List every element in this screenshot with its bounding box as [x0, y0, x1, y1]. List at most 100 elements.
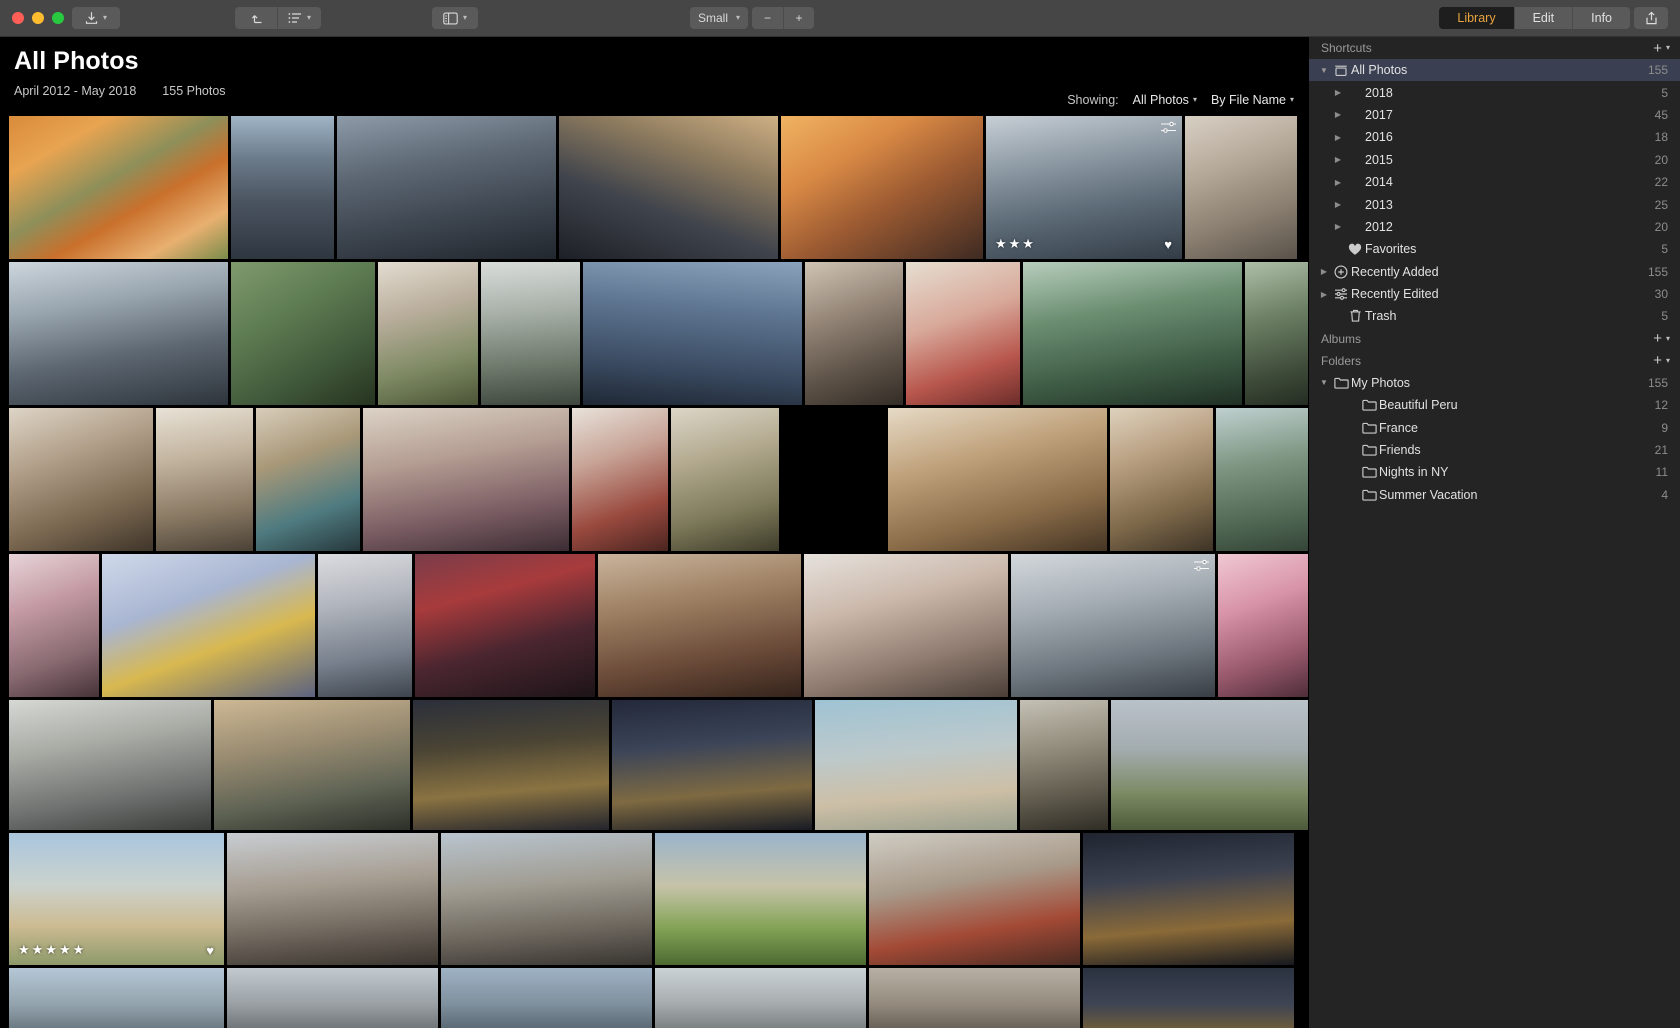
photo-thumbnail[interactable]: [441, 968, 652, 1028]
photo-thumbnail[interactable]: [227, 833, 438, 965]
photo-thumbnail[interactable]: [1111, 700, 1308, 830]
import-button[interactable]: ▾: [72, 7, 120, 29]
photo-thumbnail[interactable]: [888, 408, 1107, 551]
sidebar-item-all-photos[interactable]: ▼ All Photos 155: [1309, 59, 1680, 82]
sidebar-item-2013[interactable]: ▶ 2013 25: [1309, 193, 1680, 215]
photo-thumbnail[interactable]: ★★★ ♥: [986, 116, 1182, 259]
favorite-heart-icon[interactable]: ♥: [206, 943, 214, 958]
disclosure-triangle-icon[interactable]: ▶: [1331, 110, 1345, 119]
zoom-out-button[interactable]: −: [752, 7, 783, 29]
photo-thumbnail[interactable]: [598, 554, 801, 697]
photo-thumbnail[interactable]: [102, 554, 315, 697]
photo-thumbnail[interactable]: [869, 968, 1080, 1028]
sidebar-item-2016[interactable]: ▶ 2016 18: [1309, 126, 1680, 148]
sidebar-item-my-photos[interactable]: ▼ My Photos 155: [1309, 372, 1680, 394]
photo-thumbnail[interactable]: [655, 833, 866, 965]
photo-thumbnail[interactable]: [1245, 262, 1308, 405]
showing-filter-dropdown[interactable]: All Photos ▾: [1133, 93, 1197, 107]
add-folders-button[interactable]: + ▾: [1653, 353, 1670, 368]
photo-thumbnail[interactable]: [869, 833, 1080, 965]
disclosure-triangle-icon[interactable]: ▶: [1331, 88, 1345, 97]
sort-order-button[interactable]: ▾: [277, 7, 321, 29]
disclosure-triangle-icon[interactable]: ▶: [1317, 267, 1331, 276]
photo-thumbnail[interactable]: [1185, 116, 1297, 259]
disclosure-triangle-icon[interactable]: ▶: [1317, 290, 1331, 299]
photo-thumbnail[interactable]: [1023, 262, 1242, 405]
sidebar-item-trash[interactable]: Trash 5: [1309, 305, 1680, 327]
sidebar-item-nights-in-ny[interactable]: Nights in NY 11: [1309, 461, 1680, 483]
back-up-button[interactable]: [235, 7, 277, 29]
photo-thumbnail[interactable]: [655, 968, 866, 1028]
photo-thumbnail[interactable]: [415, 554, 595, 697]
photo-thumbnail[interactable]: ★★★★★ ♥: [9, 833, 224, 965]
photo-thumbnail[interactable]: [612, 700, 812, 830]
zoom-in-button[interactable]: +: [783, 7, 814, 29]
photo-thumbnail[interactable]: [906, 262, 1020, 405]
disclosure-triangle-icon[interactable]: ▶: [1331, 155, 1345, 164]
photo-thumbnail[interactable]: [815, 700, 1017, 830]
sidebar-item-france[interactable]: France 9: [1309, 416, 1680, 438]
tab-library[interactable]: Library: [1439, 7, 1514, 29]
disclosure-triangle-icon[interactable]: ▼: [1317, 66, 1331, 75]
sidebar-item-friends[interactable]: Friends 21: [1309, 439, 1680, 461]
view-options-button[interactable]: ▾: [432, 7, 478, 29]
thumbnail-size-dropdown[interactable]: Small ▾: [690, 7, 748, 29]
photo-thumbnail[interactable]: [9, 968, 224, 1028]
sidebar-item-2017[interactable]: ▶ 2017 45: [1309, 104, 1680, 126]
sidebar-item-2018[interactable]: ▶ 2018 5: [1309, 81, 1680, 103]
sidebar-item-2015[interactable]: ▶ 2015 20: [1309, 149, 1680, 171]
disclosure-triangle-icon[interactable]: ▼: [1317, 378, 1331, 387]
photo-thumbnail[interactable]: [9, 116, 228, 259]
photo-thumbnail[interactable]: [318, 554, 412, 697]
photo-thumbnail[interactable]: [1020, 700, 1108, 830]
photo-thumbnail[interactable]: [1218, 554, 1308, 697]
tab-info[interactable]: Info: [1572, 7, 1630, 29]
add-shortcuts-button[interactable]: + ▾: [1653, 41, 1670, 56]
photo-thumbnail[interactable]: [671, 408, 779, 551]
photo-thumbnail[interactable]: [804, 554, 1008, 697]
favorite-heart-icon[interactable]: ♥: [1164, 237, 1172, 252]
photo-thumbnail[interactable]: [583, 262, 802, 405]
sidebar-item-2014[interactable]: ▶ 2014 22: [1309, 171, 1680, 193]
sidebar-item-beautiful-peru[interactable]: Beautiful Peru 12: [1309, 394, 1680, 416]
disclosure-triangle-icon[interactable]: ▶: [1331, 222, 1345, 231]
photo-thumbnail[interactable]: [231, 262, 375, 405]
photo-thumbnail[interactable]: [1083, 968, 1294, 1028]
sidebar-item-summer-vacation[interactable]: Summer Vacation 4: [1309, 484, 1680, 506]
library-sidebar[interactable]: Shortcuts + ▾ ▼ All Photos 155 ▶ 2018 5 ▶ 2017 45…: [1308, 37, 1680, 1028]
photo-thumbnail[interactable]: [378, 262, 478, 405]
star-rating-overlay[interactable]: ★★★★★: [18, 942, 86, 958]
sort-by-dropdown[interactable]: By File Name ▾: [1211, 93, 1294, 107]
photo-thumbnail[interactable]: [481, 262, 580, 405]
disclosure-triangle-icon[interactable]: ▶: [1331, 133, 1345, 142]
photo-thumbnail[interactable]: [781, 116, 983, 259]
photo-thumbnail[interactable]: [559, 116, 778, 259]
photo-thumbnail[interactable]: [9, 408, 153, 551]
minimize-window-button[interactable]: [32, 12, 44, 24]
photo-thumbnail[interactable]: [363, 408, 569, 551]
zoom-window-button[interactable]: [52, 12, 64, 24]
photo-thumbnail[interactable]: [441, 833, 652, 965]
photo-thumbnail[interactable]: [1083, 833, 1294, 965]
photo-thumbnail[interactable]: [782, 408, 885, 551]
photo-thumbnail[interactable]: [1011, 554, 1215, 697]
sidebar-item-favorites[interactable]: Favorites 5: [1309, 238, 1680, 260]
add-albums-button[interactable]: + ▾: [1653, 331, 1670, 346]
photo-thumbnail[interactable]: [805, 262, 903, 405]
share-button[interactable]: [1634, 7, 1668, 29]
star-rating-overlay[interactable]: ★★★: [995, 236, 1036, 252]
close-window-button[interactable]: [12, 12, 24, 24]
tab-edit[interactable]: Edit: [1513, 7, 1573, 29]
photo-thumbnail[interactable]: [9, 700, 211, 830]
photo-thumbnail[interactable]: [337, 116, 556, 259]
photo-grid[interactable]: ★★★ ♥ ★★★★★ ♥: [0, 116, 1308, 1028]
sidebar-item-2012[interactable]: ▶ 2012 20: [1309, 216, 1680, 238]
photo-thumbnail[interactable]: [1110, 408, 1213, 551]
photo-thumbnail[interactable]: [413, 700, 609, 830]
photo-thumbnail[interactable]: [1216, 408, 1308, 551]
disclosure-triangle-icon[interactable]: ▶: [1331, 178, 1345, 187]
photo-thumbnail[interactable]: [231, 116, 334, 259]
sidebar-item-recently-added[interactable]: ▶ Recently Added 155: [1309, 261, 1680, 283]
photo-thumbnail[interactable]: [9, 554, 99, 697]
photo-thumbnail[interactable]: [227, 968, 438, 1028]
